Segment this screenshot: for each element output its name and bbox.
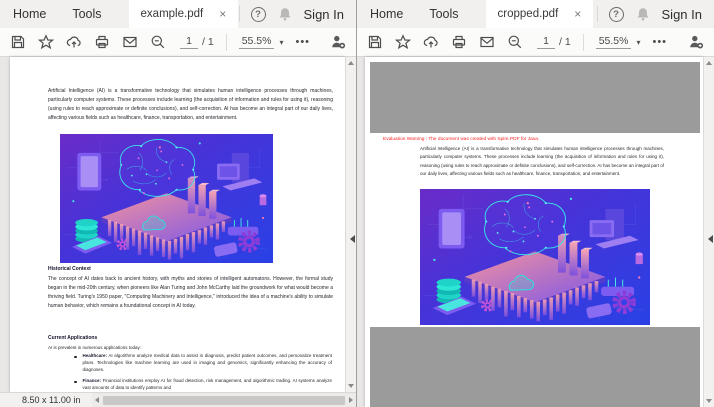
email-icon[interactable] <box>122 34 138 50</box>
more-tools-button[interactable]: ••• <box>652 36 667 48</box>
historical-paragraph: The concept of AI dates back to ancient … <box>48 276 333 309</box>
bullet-label: Finance: <box>82 378 102 383</box>
cloud-upload-icon[interactable] <box>423 34 439 50</box>
scroll-down-arrow[interactable] <box>348 384 354 388</box>
intro-paragraph: Artificial Intelligence (AI) is a transf… <box>420 146 664 176</box>
page-size-label: 8.50 x 11.00 in <box>22 395 81 405</box>
scroll-up-arrow[interactable] <box>706 61 712 65</box>
document-area: Artificial Intelligence (AI) is a transf… <box>0 57 356 392</box>
star-icon[interactable] <box>38 34 54 50</box>
cropped-region-top <box>370 62 700 133</box>
applications-intro: AI is prevalent in numerous applications… <box>48 345 142 350</box>
menu-home[interactable]: Home <box>0 0 59 28</box>
intro-paragraph: Artificial Intelligence (AI) is a transf… <box>48 88 333 121</box>
bell-icon[interactable] <box>635 6 651 22</box>
zoom-out-icon[interactable] <box>150 34 166 50</box>
scroll-right-arrow[interactable] <box>349 397 353 403</box>
bullet-healthcare: Healthcare: AI algorithms analyze medica… <box>74 353 332 374</box>
zoom-level-input[interactable]: 55.5% <box>238 35 275 49</box>
evaluation-warning-text: Evaluation Warning : The document was cr… <box>383 137 540 142</box>
bullet-finance: Finance: Financial institutions employ A… <box>74 378 332 392</box>
page-navigation: 1 / 1 <box>537 35 571 49</box>
toolbar: 1 / 1 55.5% ▾ ••• <box>0 28 356 57</box>
vertical-scrollbar[interactable] <box>345 57 356 392</box>
help-glyph: ? <box>255 8 261 20</box>
page-number-input[interactable]: 1 <box>180 35 198 49</box>
scroll-down-arrow[interactable] <box>706 399 712 403</box>
divider <box>596 6 598 22</box>
save-icon[interactable] <box>367 34 383 50</box>
status-bar: 8.50 x 11.00 in <box>0 392 356 407</box>
help-icon[interactable]: ? <box>250 6 266 22</box>
add-user-icon[interactable] <box>688 34 704 50</box>
bullet-icon <box>74 380 77 383</box>
page-count-label: / 1 <box>202 36 214 48</box>
divider <box>238 6 240 22</box>
scrollbar-thumb[interactable] <box>103 395 345 405</box>
bullet-body: Financial institutions employ AI for fra… <box>82 378 333 390</box>
tab-bar: Home Tools cropped.pdf × ? Sign In <box>357 0 714 28</box>
page-navigation: 1 / 1 <box>180 35 214 49</box>
menu-tools[interactable]: Tools <box>416 0 471 28</box>
zoom-control: 55.5% ▾ <box>238 35 283 49</box>
sign-in-button[interactable]: Sign In <box>304 7 347 22</box>
zoom-level-input[interactable]: 55.5% <box>595 35 632 49</box>
email-icon[interactable] <box>479 34 495 50</box>
scroll-left-arrow[interactable] <box>95 397 100 403</box>
pdf-viewer-window-cropped: Home Tools cropped.pdf × ? Sign In 1 / 1… <box>357 0 714 407</box>
collapse-panel-arrow[interactable] <box>350 235 355 243</box>
close-tab-icon[interactable]: × <box>574 8 581 20</box>
ai-illustration-image <box>420 189 650 325</box>
help-icon[interactable]: ? <box>608 6 624 22</box>
add-user-icon[interactable] <box>330 34 346 50</box>
tab-bar: Home Tools example.pdf × ? Sign In <box>0 0 356 28</box>
page-count-label: / 1 <box>559 36 571 48</box>
menu-tools[interactable]: Tools <box>59 0 114 28</box>
horizontal-scrollbar[interactable] <box>92 393 356 407</box>
zoom-control: 55.5% ▾ <box>595 35 640 49</box>
help-glyph: ? <box>613 8 619 20</box>
zoom-out-icon[interactable] <box>507 34 523 50</box>
divider <box>582 33 584 51</box>
bullet-label: Healthcare: <box>82 353 108 358</box>
ai-illustration-image <box>60 134 273 263</box>
cropped-region-bottom <box>370 327 700 407</box>
page-number-input[interactable]: 1 <box>537 35 555 49</box>
scroll-up-arrow[interactable] <box>348 61 354 65</box>
document-tab[interactable]: cropped.pdf × <box>485 0 594 28</box>
document-tab[interactable]: example.pdf × <box>128 0 239 28</box>
more-tools-button[interactable]: ••• <box>295 36 310 48</box>
save-icon[interactable] <box>10 34 26 50</box>
document-tab-title: example.pdf <box>140 8 204 20</box>
sign-in-button[interactable]: Sign In <box>662 7 705 22</box>
toolbar: 1 / 1 55.5% ▾ ••• <box>357 28 714 57</box>
close-tab-icon[interactable]: × <box>219 8 226 20</box>
bullet-icon <box>74 355 77 358</box>
chevron-down-icon[interactable]: ▾ <box>636 38 640 47</box>
star-icon[interactable] <box>395 34 411 50</box>
pdf-page: Artificial Intelligence (AI) is a transf… <box>10 57 345 392</box>
cloud-upload-icon[interactable] <box>66 34 82 50</box>
document-area: Evaluation Warning : The document was cr… <box>357 57 714 407</box>
pdf-page: Evaluation Warning : The document was cr… <box>365 57 703 407</box>
historical-context-heading: Historical Context <box>48 266 91 272</box>
bullet-body: AI algorithms analyze medical data to as… <box>82 353 333 372</box>
divider <box>225 33 227 51</box>
pdf-viewer-window-example: Home Tools example.pdf × ? Sign In 1 / 1… <box>0 0 357 407</box>
current-applications-heading: Current Applications <box>48 335 98 341</box>
menu-home[interactable]: Home <box>357 0 416 28</box>
chevron-down-icon[interactable]: ▾ <box>279 38 283 47</box>
print-icon[interactable] <box>94 34 110 50</box>
document-tab-title: cropped.pdf <box>497 8 559 20</box>
bell-icon[interactable] <box>277 6 293 22</box>
collapse-panel-arrow[interactable] <box>708 235 713 243</box>
print-icon[interactable] <box>451 34 467 50</box>
vertical-scrollbar[interactable] <box>703 57 714 407</box>
